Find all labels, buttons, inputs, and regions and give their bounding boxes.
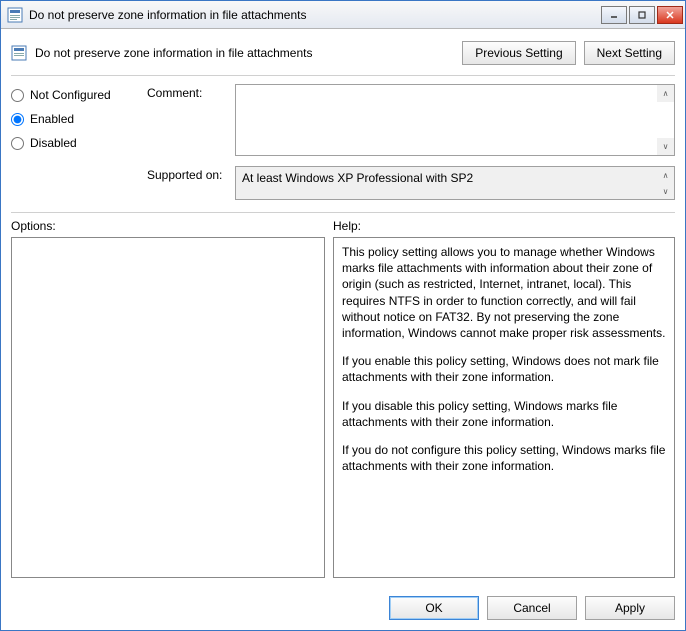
fields-column: Comment: ∧ ∨ Supported on: At least Wind… (147, 84, 675, 200)
radio-not-configured-input[interactable] (11, 89, 24, 102)
apply-button[interactable]: Apply (585, 596, 675, 620)
panels-row: This policy setting allows you to manage… (11, 237, 675, 578)
options-panel (11, 237, 325, 578)
radio-disabled-input[interactable] (11, 137, 24, 150)
comment-scrollbar: ∧ ∨ (657, 85, 674, 155)
help-panel: This policy setting allows you to manage… (333, 237, 675, 578)
minimize-icon (610, 11, 618, 19)
config-row: Not Configured Enabled Disabled Comment: (11, 84, 675, 200)
radio-enabled-label: Enabled (30, 112, 74, 126)
options-label: Options: (11, 219, 333, 233)
panel-labels: Options: Help: (11, 219, 675, 233)
scroll-down-button[interactable]: ∨ (657, 138, 674, 155)
page-title: Do not preserve zone information in file… (35, 46, 312, 60)
radio-disabled[interactable]: Disabled (11, 136, 141, 150)
comment-label: Comment: (147, 84, 229, 156)
divider (11, 212, 675, 213)
policy-editor-window: Do not preserve zone information in file… (0, 0, 686, 631)
radio-enabled[interactable]: Enabled (11, 112, 141, 126)
supported-field-wrap: At least Windows XP Professional with SP… (235, 166, 675, 200)
radio-not-configured[interactable]: Not Configured (11, 88, 141, 102)
help-paragraph: This policy setting allows you to manage… (342, 244, 666, 341)
policy-app-icon (7, 7, 23, 23)
help-paragraph: If you enable this policy setting, Windo… (342, 353, 666, 385)
close-icon (666, 11, 674, 19)
next-setting-button[interactable]: Next Setting (584, 41, 675, 65)
titlebar: Do not preserve zone information in file… (1, 1, 685, 29)
cancel-button[interactable]: Cancel (487, 596, 577, 620)
footer-buttons: OK Cancel Apply (1, 586, 685, 630)
maximize-button[interactable] (629, 6, 655, 24)
minimize-button[interactable] (601, 6, 627, 24)
state-radio-group: Not Configured Enabled Disabled (11, 84, 141, 200)
policy-icon (11, 45, 27, 61)
scroll-up-button[interactable]: ∧ (657, 85, 674, 102)
divider (11, 75, 675, 76)
scroll-up-button[interactable]: ∧ (657, 167, 674, 183)
help-paragraph: If you disable this policy setting, Wind… (342, 398, 666, 430)
comment-input[interactable] (236, 85, 657, 155)
scroll-down-button[interactable]: ∨ (657, 183, 674, 199)
ok-button[interactable]: OK (389, 596, 479, 620)
header-row: Do not preserve zone information in file… (11, 37, 675, 75)
previous-setting-button[interactable]: Previous Setting (462, 41, 575, 65)
content-area: Do not preserve zone information in file… (1, 29, 685, 586)
maximize-icon (638, 11, 646, 19)
supported-scrollbar: ∧ ∨ (657, 167, 674, 199)
help-label: Help: (333, 219, 361, 233)
window-title: Do not preserve zone information in file… (29, 8, 599, 22)
comment-field-wrap: ∧ ∨ (235, 84, 675, 156)
help-paragraph: If you do not configure this policy sett… (342, 442, 666, 474)
close-button[interactable] (657, 6, 683, 24)
supported-label: Supported on: (147, 166, 229, 200)
radio-disabled-label: Disabled (30, 136, 77, 150)
supported-value: At least Windows XP Professional with SP… (236, 167, 657, 199)
radio-enabled-input[interactable] (11, 113, 24, 126)
radio-not-configured-label: Not Configured (30, 88, 111, 102)
